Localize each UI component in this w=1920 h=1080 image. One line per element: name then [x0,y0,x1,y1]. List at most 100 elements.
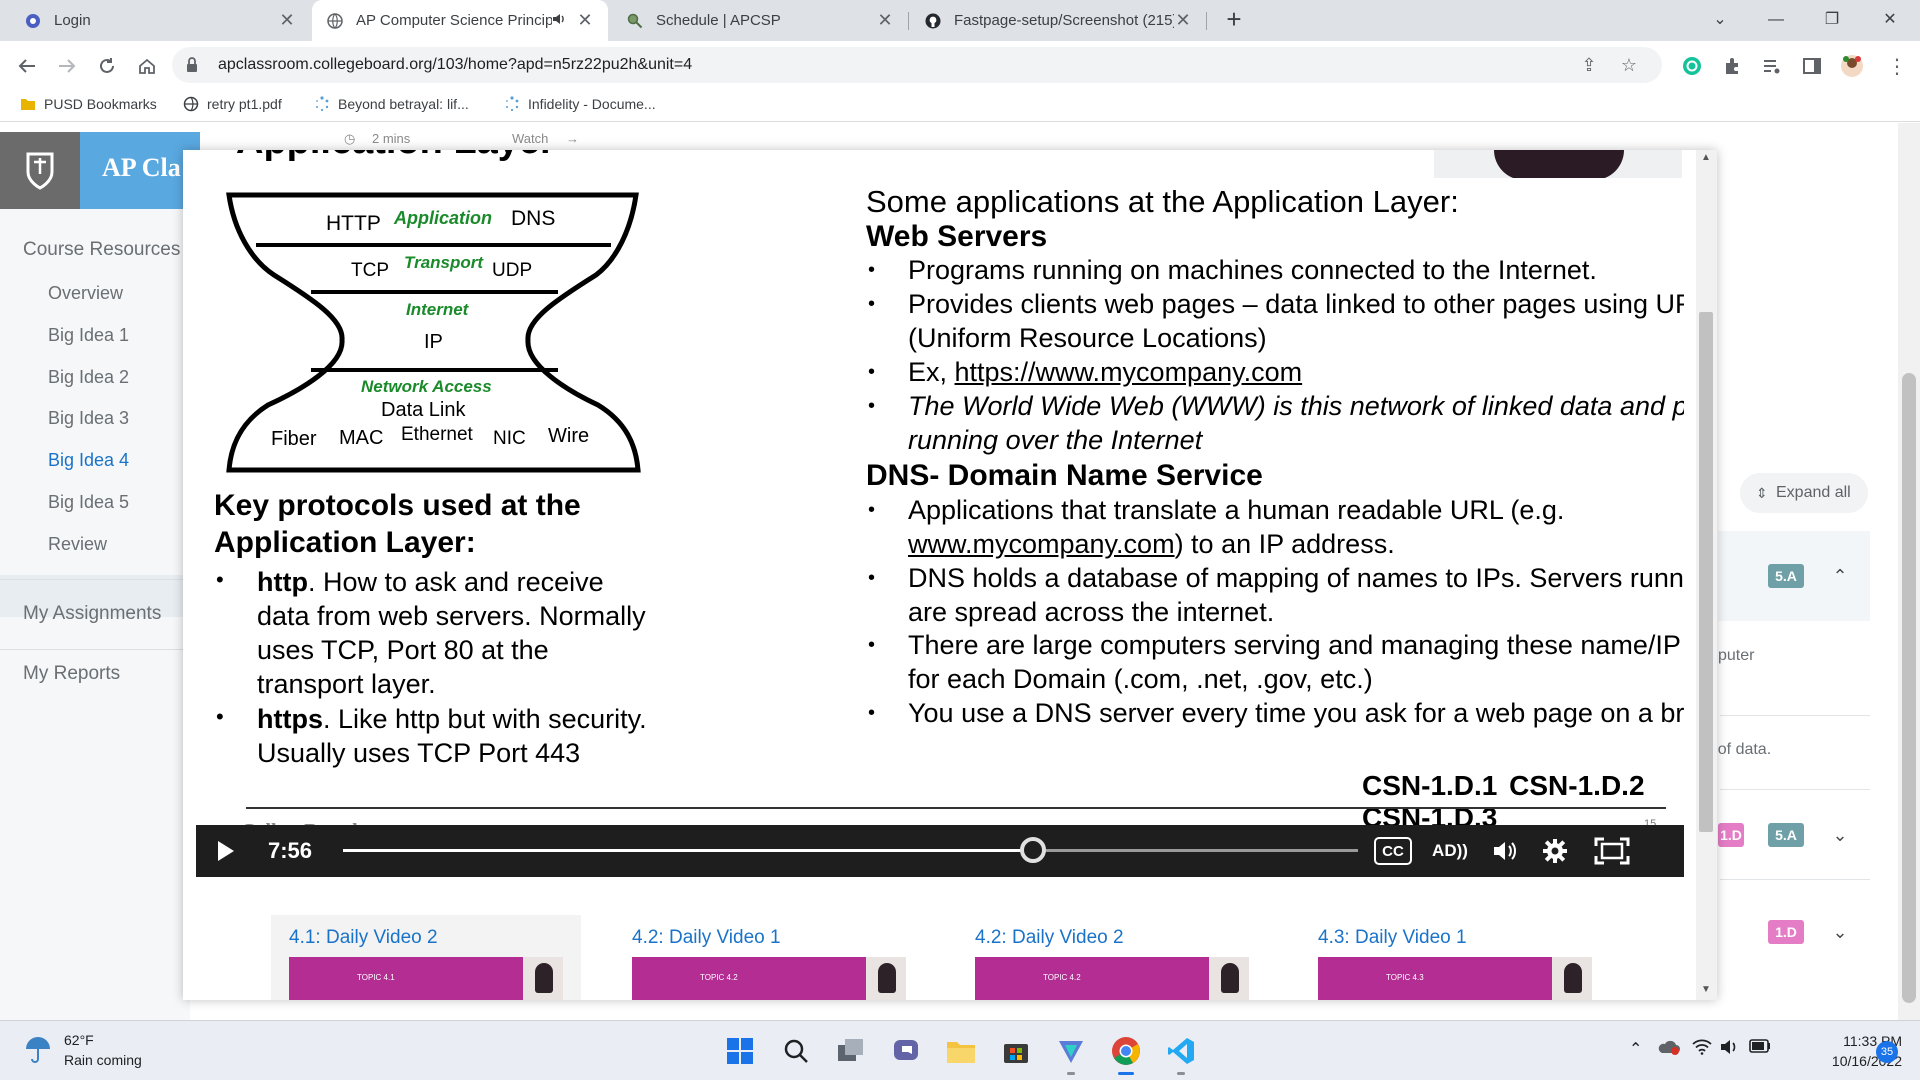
window-close-icon[interactable]: ✕ [1862,0,1918,41]
video-progress-bar[interactable] [343,837,1358,863]
windows-start-icon[interactable] [722,1033,758,1069]
microsoft-store-icon[interactable] [998,1033,1034,1069]
minimize-icon[interactable]: — [1748,0,1804,41]
hg-udp: UDP [492,260,532,281]
hg-ethernet: Ethernet [401,424,474,445]
home-icon[interactable] [132,51,162,81]
close-icon[interactable]: ✕ [876,10,894,31]
vpn-app-icon[interactable] [1053,1033,1089,1075]
playlist-item[interactable]: 4.2: Daily Video 2 TOPIC 4.2 [957,915,1267,1000]
browser-toolbar: apclassroom.collegeboard.org/103/home?ap… [0,41,1920,90]
close-icon[interactable]: ✕ [278,10,296,31]
close-icon[interactable]: ✕ [1174,10,1192,31]
forward-icon[interactable] [52,51,82,81]
menu-icon[interactable]: ⋮ [1882,51,1912,81]
loading-icon [316,96,329,112]
vscode-icon[interactable] [1163,1033,1199,1075]
web-servers-heading: Web Servers [866,220,1048,253]
playlist-item[interactable]: 4.1: Daily Video 2 TOPIC 4.1 [271,915,581,1000]
extensions-icon[interactable] [1717,51,1747,81]
expand-all-button[interactable]: ⇕ Expand all [1740,473,1868,513]
sidebar-item-big-idea-3[interactable]: Big Idea 3 [48,408,129,429]
scroll-down-icon[interactable]: ▼ [1699,984,1713,995]
sidebar-item-big-idea-5[interactable]: Big Idea 5 [48,492,129,513]
video-scrubber-handle[interactable] [1020,837,1047,863]
volume-icon[interactable] [1720,1039,1740,1060]
back-icon[interactable] [12,51,42,81]
chrome-globe-icon [326,12,344,30]
modal-scrollbar[interactable]: ▲ ▼ [1696,150,1717,1000]
search-icon[interactable] [778,1033,814,1069]
sidebar-item-big-idea-2[interactable]: Big Idea 2 [48,367,129,388]
page-scrollbar-thumb[interactable] [1902,373,1916,1003]
audio-description-button[interactable]: AD)) [1428,835,1472,867]
playlist-thumbnail: TOPIC 4.3 [1318,957,1592,1000]
modal-scrollbar-thumb[interactable] [1699,312,1713,832]
onedrive-icon[interactable] [1658,1039,1680,1060]
watch-link[interactable]: Watch [512,131,548,146]
sidebar-my-reports[interactable]: My Reports [23,663,120,685]
profile-avatar-icon[interactable] [1837,51,1867,81]
weather-description[interactable]: Rain coming [64,1052,142,1068]
tray-overflow-icon[interactable]: ⌃ [1629,1039,1642,1059]
teams-chat-icon[interactable] [888,1033,924,1069]
hg-application: Application [393,208,492,228]
sidebar-my-assignments[interactable]: My Assignments [23,603,161,625]
tab-github[interactable]: Fastpage-setup/Screenshot (215) ✕ [910,0,1206,41]
settings-gear-icon[interactable] [1538,835,1572,867]
fullscreen-icon[interactable] [1592,835,1632,867]
lock-icon[interactable] [186,57,198,78]
share-icon[interactable]: ⇪ [1578,55,1600,77]
hg-http: HTTP [326,212,381,235]
playlist-thumbnail: TOPIC 4.1 [289,957,563,1000]
bookmark-infidelity[interactable]: Infidelity - Docume... [504,96,656,112]
sidebar-heading-course-resources[interactable]: Course Resources [23,239,180,261]
chevron-down-icon[interactable]: ⌄ [1820,912,1860,952]
battery-icon[interactable] [1749,1039,1771,1058]
wifi-icon[interactable] [1692,1039,1712,1060]
media-control-icon[interactable] [1757,51,1787,81]
tab-strip: Login ✕ AP Computer Science Princip ✕ Sc… [0,0,1920,41]
playlist-item[interactable]: 4.3: Daily Video 1 TOPIC 4.3 [1300,915,1610,1000]
file-explorer-icon[interactable] [943,1033,979,1069]
chevron-up-icon[interactable]: ⌃ [1820,556,1860,596]
new-tab-button[interactable]: + [1220,6,1248,34]
peek-text: r of data. [1708,741,1772,758]
star-icon[interactable]: ☆ [1618,55,1640,77]
task-view-icon[interactable] [833,1033,869,1069]
maximize-icon[interactable]: ❐ [1804,0,1860,41]
playlist-item[interactable]: 4.2: Daily Video 1 TOPIC 4.2 [614,915,924,1000]
notification-count-badge[interactable]: 35 [1876,1041,1898,1063]
grammarly-icon[interactable] [1677,51,1707,81]
collegeboard-logo-icon[interactable] [0,132,80,210]
hg-data-link: Data Link [381,399,466,421]
scroll-up-icon[interactable]: ▲ [1699,152,1713,163]
bookmark-retry[interactable]: retry pt1.pdf [183,96,282,112]
sidebar-item-overview[interactable]: Overview [48,283,123,304]
bookmark-beyond-betrayal[interactable]: Beyond betrayal: lif... [314,96,469,112]
video-card-strip: ◷ 2 mins Watch → [318,128,598,150]
sidebar-item-big-idea-4[interactable]: Big Idea 4 [48,450,129,471]
windows-taskbar: 62°F Rain coming ⌃ 11:33 PM 10/16/2022 3… [0,1020,1920,1080]
tab-search-icon[interactable]: ⌄ [1692,0,1748,41]
sidebar-item-big-idea-1[interactable]: Big Idea 1 [48,325,129,346]
weather-temperature[interactable]: 62°F [64,1032,94,1048]
sidebar-item-review[interactable]: Review [48,534,107,555]
row-divider [1720,789,1870,790]
captions-button[interactable]: CC [1374,837,1412,865]
tab-ap-csp[interactable]: AP Computer Science Princip ✕ [312,0,608,41]
close-icon[interactable]: ✕ [576,10,594,31]
bookmark-folder-pusd[interactable]: PUSD Bookmarks [20,96,157,112]
side-panel-icon[interactable] [1797,51,1827,81]
tab-schedule[interactable]: Schedule | APCSP ✕ [612,0,908,41]
speaker-icon[interactable] [552,13,566,28]
chevron-down-icon[interactable]: ⌄ [1820,815,1860,855]
volume-icon[interactable] [1488,835,1522,867]
rain-umbrella-icon[interactable] [24,1035,52,1070]
reload-icon[interactable] [92,51,122,81]
tab-login[interactable]: Login ✕ [10,0,310,41]
address-bar[interactable]: apclassroom.collegeboard.org/103/home?ap… [172,47,1662,83]
play-icon[interactable] [216,839,236,868]
video-player[interactable]: Application Layer HTTP Application DNS T… [196,150,1684,830]
chrome-icon[interactable] [1108,1033,1144,1075]
